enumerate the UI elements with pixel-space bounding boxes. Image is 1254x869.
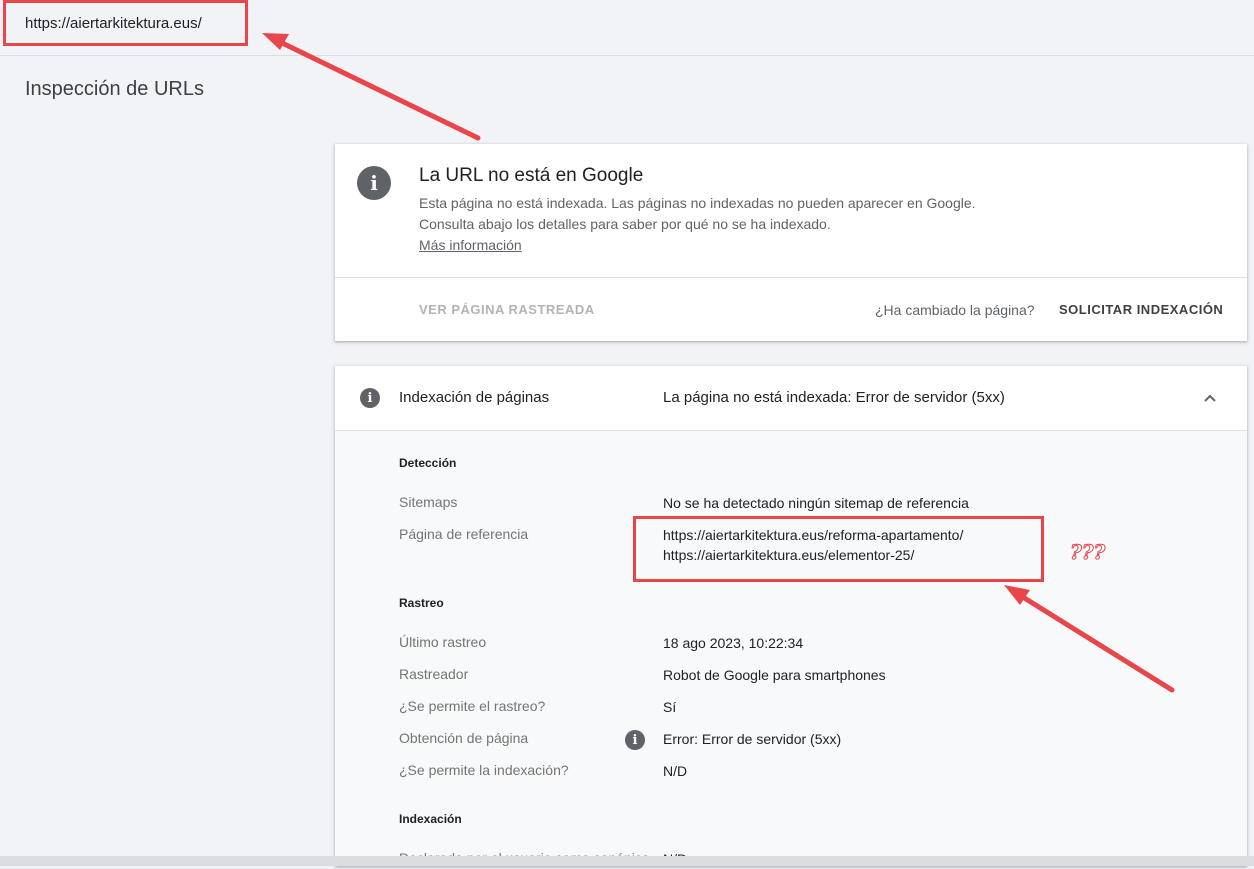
chevron-up-icon[interactable] <box>1202 390 1218 406</box>
last-crawl-label: Último rastreo <box>399 634 487 650</box>
learn-more-link[interactable]: Más información <box>419 237 522 253</box>
sitemaps-value: No se ha detectado ningún sitemap de ref… <box>663 495 969 511</box>
section-crawl-heading: Rastreo <box>399 596 444 610</box>
indexing-header[interactable]: i Indexación de páginas La página no est… <box>335 366 1247 431</box>
referring-page-label: Página de referencia <box>399 526 529 542</box>
indexing-allowed-label: ¿Se permite la indexación? <box>399 762 569 778</box>
crawler-label: Rastreador <box>399 666 469 682</box>
indexing-status: La página no está indexada: Error de ser… <box>663 389 1005 406</box>
annotation-box-url <box>3 0 248 46</box>
status-title: La URL no está en Google <box>419 165 644 186</box>
info-icon: i <box>360 388 380 408</box>
horizontal-scrollbar[interactable] <box>0 856 1254 866</box>
crawl-allowed-label: ¿Se permite el rastreo? <box>399 698 546 714</box>
status-card: i La URL no está en Google Esta página n… <box>335 144 1247 341</box>
card-divider <box>335 277 1247 278</box>
status-description: Esta página no está indexada. Las página… <box>419 193 979 256</box>
crawler-value: Robot de Google para smartphones <box>663 667 886 683</box>
indexing-allowed-value: N/D <box>663 763 688 779</box>
view-crawled-page-button[interactable]: VER PÁGINA RASTREADA <box>419 302 595 317</box>
section-detection-heading: Detección <box>399 456 457 470</box>
indexing-card: i Indexación de páginas La página no est… <box>335 366 1247 867</box>
page-title: Inspección de URLs <box>25 78 204 100</box>
info-icon: i <box>357 166 391 200</box>
page-fetch-value: Error: Error de servidor (5xx) <box>663 731 842 747</box>
indexing-label: Indexación de páginas <box>399 389 550 406</box>
page-fetch-label: Obtención de página <box>399 730 529 746</box>
info-icon[interactable]: i <box>625 730 645 750</box>
last-crawl-value: 18 ago 2023, 10:22:34 <box>663 635 804 651</box>
section-indexing-heading: Indexación <box>399 812 462 826</box>
annotation-box-referring <box>633 516 1044 582</box>
status-description-text: Esta página no está indexada. Las página… <box>419 195 976 232</box>
sitemaps-label: Sitemaps <box>399 494 458 510</box>
request-indexing-button[interactable]: SOLICITAR INDEXACIÓN <box>1059 302 1223 317</box>
annotation-question-marks: ??? <box>1069 540 1106 565</box>
crawl-allowed-value: Sí <box>663 699 677 715</box>
changed-question: ¿Ha cambiado la página? <box>875 302 1035 318</box>
